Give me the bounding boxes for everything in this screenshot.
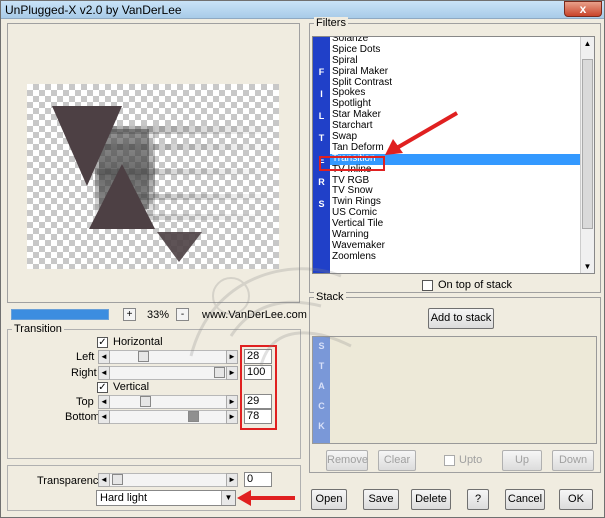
- preview-image: [52, 106, 277, 262]
- bottom-slider-right-arrow[interactable]: ►: [226, 410, 238, 424]
- transparency-slider-thumb[interactable]: [112, 474, 123, 485]
- right-slider[interactable]: ◄ ►: [98, 366, 238, 380]
- blend-mode-select[interactable]: Hard light ▼: [96, 490, 236, 506]
- left-label: Left: [76, 351, 95, 363]
- top-slider-thumb[interactable]: [140, 396, 151, 407]
- remove-button[interactable]: Remove: [326, 450, 368, 471]
- right-slider-left-arrow[interactable]: ◄: [98, 366, 110, 380]
- zoom-value: 33%: [147, 309, 170, 321]
- filters-scroll-thumb[interactable]: [582, 59, 593, 229]
- bottom-slider-thumb[interactable]: [188, 411, 199, 422]
- top-slider-right-arrow[interactable]: ►: [226, 395, 238, 409]
- zoom-row: + 33% - www.VanDerLee.com: [11, 307, 307, 323]
- red-arrow-blend-mode: [237, 490, 295, 506]
- filters-scrollbar[interactable]: ▲ ▼: [580, 37, 594, 273]
- values-highlight: [240, 345, 277, 430]
- top-label: Top: [76, 396, 94, 408]
- filter-list-item[interactable]: Spiral Maker: [330, 66, 580, 78]
- transparency-label: Transparency: [37, 475, 104, 487]
- close-button[interactable]: x: [564, 1, 602, 17]
- on-top-label: On top of stack: [438, 279, 512, 291]
- filter-list-item[interactable]: Spice Dots: [330, 44, 580, 56]
- bottom-slider-left-arrow[interactable]: ◄: [98, 410, 110, 424]
- horizontal-checkbox[interactable]: ✓: [97, 337, 108, 348]
- filters-strip-label: F I L T E R S: [316, 67, 327, 210]
- clear-button[interactable]: Clear: [378, 450, 416, 471]
- transparency-value-input[interactable]: 0: [244, 472, 272, 487]
- vertical-label: Vertical: [113, 381, 150, 393]
- stack-list[interactable]: S T A C K: [312, 336, 597, 444]
- zoom-in-button[interactable]: +: [123, 308, 136, 321]
- stack-group-label: Stack: [314, 291, 346, 303]
- transparency-slider-left-arrow[interactable]: ◄: [98, 473, 110, 487]
- down-button[interactable]: Down: [552, 450, 594, 471]
- window-title: UnPlugged-X v2.0 by VanDerLee: [5, 3, 182, 17]
- bottom-slider[interactable]: ◄ ►: [98, 410, 238, 424]
- top-slider-left-arrow[interactable]: ◄: [98, 395, 110, 409]
- top-slider[interactable]: ◄ ►: [98, 395, 238, 409]
- transition-group-label: Transition: [12, 323, 64, 335]
- chevron-up-icon[interactable]: ▲: [581, 37, 594, 50]
- chevron-down-icon[interactable]: ▼: [581, 260, 594, 273]
- delete-button[interactable]: Delete: [411, 489, 451, 510]
- selected-filter-highlight: [319, 156, 385, 171]
- ok-button[interactable]: OK: [559, 489, 593, 510]
- right-label: Right: [71, 367, 97, 379]
- filters-group-label: Filters: [314, 17, 348, 29]
- left-slider-thumb[interactable]: [138, 351, 149, 362]
- transparency-slider-right-arrow[interactable]: ►: [226, 473, 238, 487]
- left-slider-right-arrow[interactable]: ►: [226, 350, 238, 364]
- red-arrow-filter: [385, 111, 459, 155]
- website-link[interactable]: www.VanDerLee.com: [202, 309, 307, 321]
- upto-label: Upto: [459, 454, 483, 466]
- horizontal-label: Horizontal: [113, 336, 163, 348]
- on-top-checkbox[interactable]: [422, 280, 433, 291]
- cancel-button[interactable]: Cancel: [505, 489, 545, 510]
- chevron-down-icon[interactable]: ▼: [221, 491, 235, 505]
- blend-mode-value: Hard light: [100, 492, 148, 504]
- bottom-label: Bottom: [65, 411, 100, 423]
- stack-group: Stack Add to stack S T A C K Remove Clea…: [309, 291, 601, 473]
- filter-list-item[interactable]: Split Contrast: [330, 77, 580, 89]
- help-button[interactable]: ?: [467, 489, 489, 510]
- left-slider-left-arrow[interactable]: ◄: [98, 350, 110, 364]
- add-to-stack-button[interactable]: Add to stack: [428, 308, 494, 329]
- progress-bar: [11, 309, 109, 320]
- right-slider-thumb[interactable]: [214, 367, 225, 378]
- plugin-window: UnPlugged-X v2.0 by VanDerLee x + 33% - …: [0, 0, 605, 518]
- title-bar: UnPlugged-X v2.0 by VanDerLee x: [1, 1, 604, 19]
- vertical-checkbox[interactable]: ✓: [97, 382, 108, 393]
- stack-strip-label: S T A C K: [316, 341, 327, 431]
- preview-canvas[interactable]: [27, 84, 279, 269]
- filters-strip: F I L T E R S: [313, 37, 330, 273]
- left-slider[interactable]: ◄ ►: [98, 350, 238, 364]
- preview-panel: [7, 23, 300, 303]
- transparency-slider[interactable]: ◄ ►: [98, 473, 238, 487]
- upto-checkbox[interactable]: [444, 455, 455, 466]
- open-button[interactable]: Open: [311, 489, 347, 510]
- filter-list-item[interactable]: Zoomlens: [330, 251, 580, 263]
- stack-strip: S T A C K: [313, 337, 330, 443]
- up-button[interactable]: Up: [502, 450, 542, 471]
- save-button[interactable]: Save: [363, 489, 399, 510]
- zoom-out-button[interactable]: -: [176, 308, 189, 321]
- right-slider-right-arrow[interactable]: ►: [226, 366, 238, 380]
